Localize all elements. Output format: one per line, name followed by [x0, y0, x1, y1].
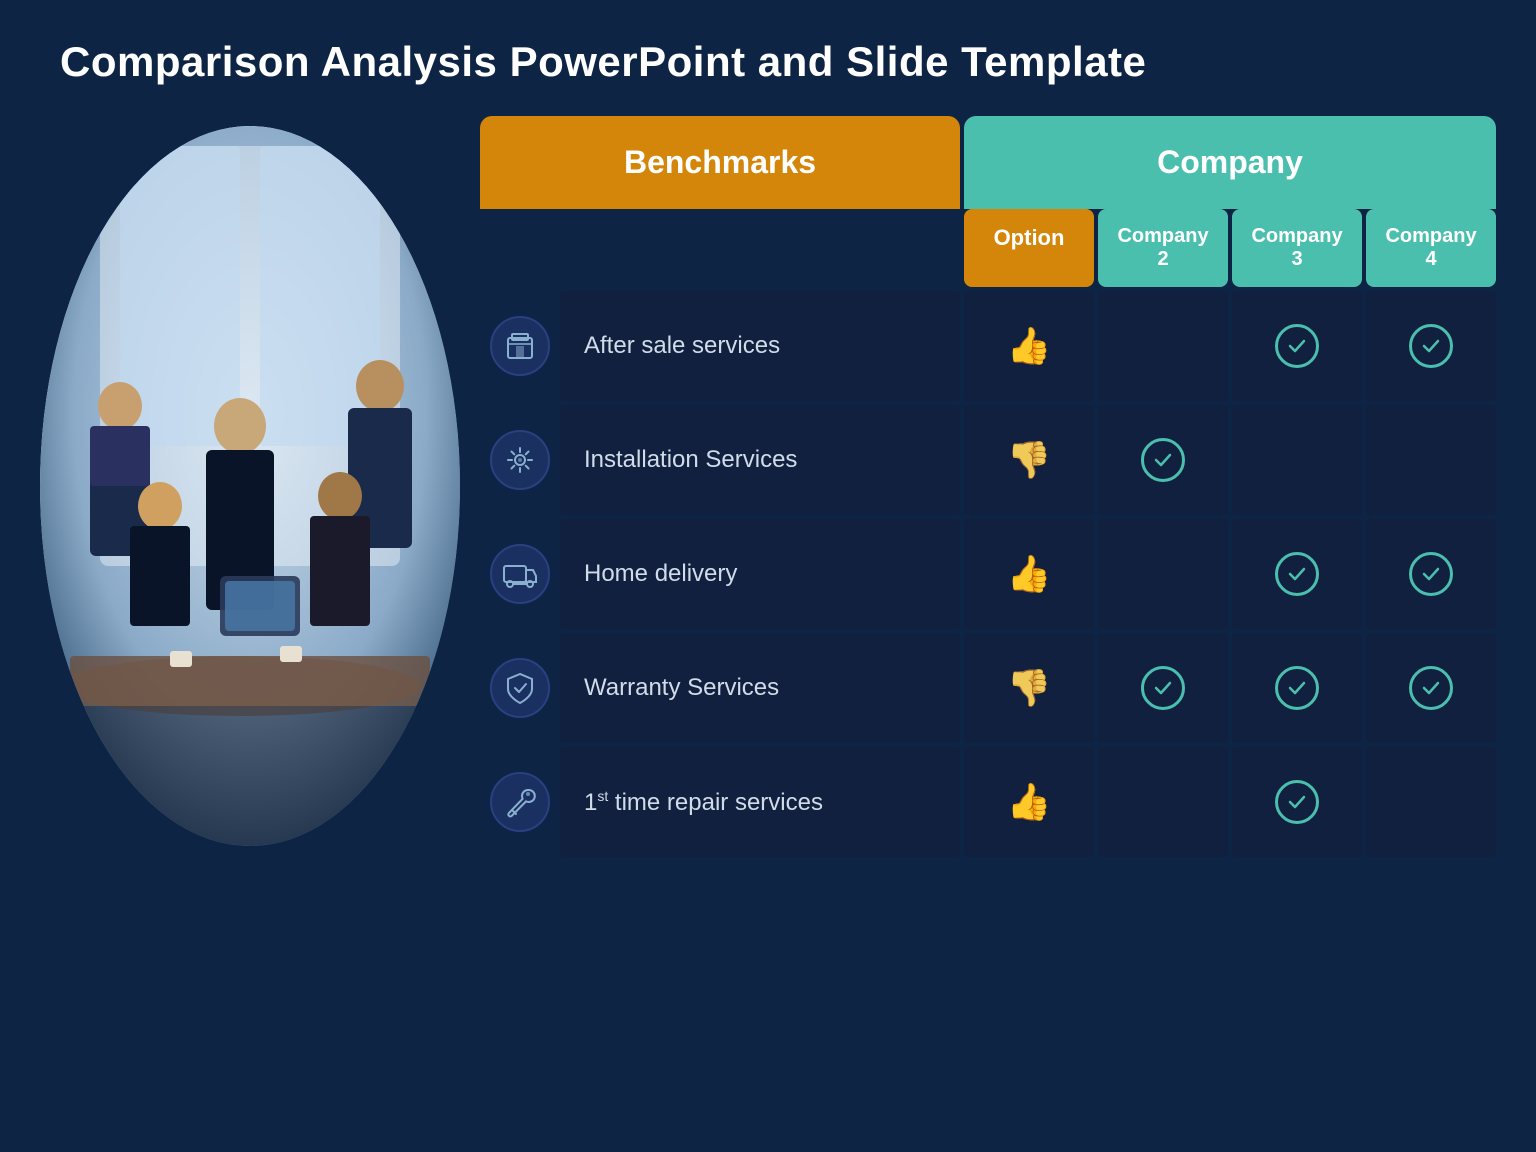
thumbs-up-icon: 👍	[1007, 781, 1052, 823]
option-cell: 👍	[964, 519, 1094, 629]
option-cell: 👍	[964, 291, 1094, 401]
table-row: Installation Services 👎	[480, 405, 1496, 515]
check-icon	[1275, 552, 1319, 596]
header-top: Benchmarks Company	[480, 116, 1496, 209]
thumbs-down-icon: 👎	[1007, 667, 1052, 709]
check-icon	[1275, 324, 1319, 368]
table-row: Warranty Services 👎	[480, 633, 1496, 743]
row-icon-area	[480, 291, 560, 401]
sub-spacer	[480, 209, 960, 287]
company4-cell	[1366, 747, 1496, 857]
company3-cell	[1232, 291, 1362, 401]
row-label: Home delivery	[560, 519, 960, 629]
row-label: 1st time repair services	[560, 747, 960, 857]
row-icon-area	[480, 405, 560, 515]
table-area: Benchmarks Company Option Company 2 Comp…	[460, 116, 1496, 857]
company4-cell	[1366, 405, 1496, 515]
check-icon	[1409, 324, 1453, 368]
thumbs-up-icon: 👍	[1007, 325, 1052, 367]
benchmarks-header: Benchmarks	[480, 116, 960, 209]
row-icon	[490, 772, 550, 832]
row-data-cells: 👎	[964, 633, 1496, 743]
circle-image-inner	[40, 126, 460, 846]
check-icon	[1409, 552, 1453, 596]
row-icon-area	[480, 747, 560, 857]
main-content: Benchmarks Company Option Company 2 Comp…	[0, 116, 1536, 857]
page-title: Comparison Analysis PowerPoint and Slide…	[0, 0, 1536, 116]
row-label: Warranty Services	[560, 633, 960, 743]
company4-column-header: Company 4	[1366, 209, 1496, 287]
thumbs-down-icon: 👎	[1007, 439, 1052, 481]
circle-image	[40, 126, 460, 846]
check-icon	[1409, 666, 1453, 710]
company2-cell	[1098, 291, 1228, 401]
company4-cell	[1366, 633, 1496, 743]
table-row: Home delivery 👍	[480, 519, 1496, 629]
row-label: Installation Services	[560, 405, 960, 515]
company4-cell	[1366, 519, 1496, 629]
company2-cell	[1098, 747, 1228, 857]
check-icon	[1141, 666, 1185, 710]
company4-cell	[1366, 291, 1496, 401]
option-cell: 👍	[964, 747, 1094, 857]
table-row: 1st time repair services 👍	[480, 747, 1496, 857]
sub-header: Option Company 2 Company 3 Company 4	[480, 209, 1496, 287]
option-cell: 👎	[964, 633, 1094, 743]
row-icon-area	[480, 519, 560, 629]
company2-cell	[1098, 519, 1228, 629]
company2-cell	[1098, 633, 1228, 743]
company3-cell	[1232, 747, 1362, 857]
row-data-cells: 👍	[964, 519, 1496, 629]
check-icon	[1275, 780, 1319, 824]
check-icon	[1275, 666, 1319, 710]
company2-column-header: Company 2	[1098, 209, 1228, 287]
row-label: After sale services	[560, 291, 960, 401]
check-icon	[1141, 438, 1185, 482]
option-column-header: Option	[964, 209, 1094, 287]
row-icon	[490, 430, 550, 490]
row-icon	[490, 658, 550, 718]
company-header: Company	[964, 116, 1496, 209]
row-data-cells: 👍	[964, 291, 1496, 401]
thumbs-up-icon: 👍	[1007, 553, 1052, 595]
company3-column-header: Company 3	[1232, 209, 1362, 287]
row-icon	[490, 316, 550, 376]
row-icon-area	[480, 633, 560, 743]
company3-cell	[1232, 519, 1362, 629]
row-data-cells: 👍	[964, 747, 1496, 857]
company3-cell	[1232, 405, 1362, 515]
data-rows: After sale services 👍	[480, 291, 1496, 857]
company3-cell	[1232, 633, 1362, 743]
sub-cols: Option Company 2 Company 3 Company 4	[964, 209, 1496, 287]
row-data-cells: 👎	[964, 405, 1496, 515]
company2-cell	[1098, 405, 1228, 515]
row-icon	[490, 544, 550, 604]
table-row: After sale services 👍	[480, 291, 1496, 401]
option-cell: 👎	[964, 405, 1094, 515]
